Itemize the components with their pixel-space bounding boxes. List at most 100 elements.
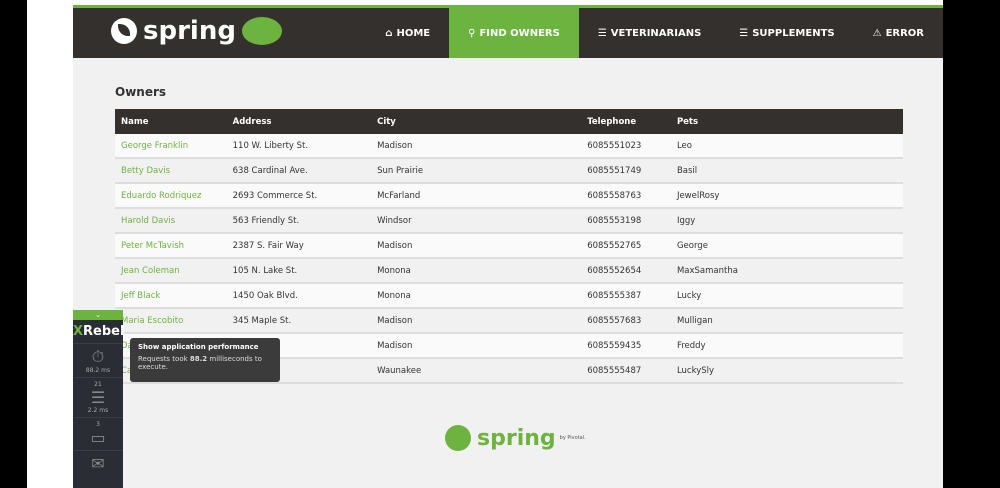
search-icon: ⚲ <box>468 27 476 39</box>
table-cell: Leo <box>670 134 903 159</box>
owner-link[interactable]: Harold Davis <box>115 208 227 234</box>
table-cell: Mulligan <box>670 308 903 334</box>
nav-label: SUPPLEMENTS <box>752 27 835 39</box>
table-cell: Basil <box>670 158 903 184</box>
list-icon: ☰ <box>597 27 607 39</box>
column-header: City <box>371 109 582 134</box>
xrebel-logo: XRebel <box>73 320 124 343</box>
nav-label: FIND OWNERS <box>479 27 560 39</box>
table-cell: Madison <box>371 333 582 359</box>
table-cell: 6085552654 <box>581 258 671 284</box>
stopwatch-icon: ⏱ <box>91 347 105 366</box>
mail-button[interactable]: ✉ <box>73 450 123 476</box>
table-cell: McFarland <box>371 183 582 209</box>
table-cell: Iggy <box>670 208 903 234</box>
column-header: Address <box>226 109 372 134</box>
table-cell: 6085555487 <box>581 358 671 384</box>
io-count: 3 <box>96 421 100 428</box>
table-cell: 345 Maple St. <box>226 308 372 334</box>
table-cell: Madison <box>371 134 582 159</box>
column-header: Pets <box>670 109 903 134</box>
db-time: 2.2 ms <box>87 407 109 414</box>
table-cell: George <box>670 233 903 259</box>
io-button[interactable]: 3 ▭ <box>73 417 123 450</box>
nav-menu: ⌂ HOME ⚲ FIND OWNERS ☰ VETERINARIANS ☰ SUPPLEME… <box>366 8 943 58</box>
table-cell: Sun Prairie <box>371 158 582 184</box>
collapse-toggle[interactable]: ⌄ <box>73 310 123 320</box>
brand-x: X <box>73 324 84 339</box>
table-cell: 563 Friendly St. <box>226 208 372 234</box>
spring-leaf-icon <box>111 18 137 44</box>
nav-supplements[interactable]: ☰ SUPPLEMENTS <box>720 8 853 58</box>
column-header: Telephone <box>581 109 671 134</box>
table-row: Harold Davis 563 Friendly St. Windsor 60855… <box>115 208 903 234</box>
leaf-icon <box>241 17 282 45</box>
table-cell: 6085551749 <box>581 158 671 184</box>
table-cell: Freddy <box>670 333 903 359</box>
owner-link[interactable]: Betty Davis <box>115 158 227 184</box>
database-icon: ☰ <box>90 388 106 407</box>
performance-button[interactable]: ⏱ 88.2 ms <box>73 343 123 377</box>
table-cell: 6085555387 <box>581 283 671 309</box>
browser-page: spring ⌂ HOME ⚲ FIND OWNERS ☰ VETERINARIANS ☰ S… <box>27 0 943 488</box>
warning-icon: ⚠ <box>872 27 882 39</box>
footer-logo: spring by Pivotal. <box>445 425 586 451</box>
table-row: Jeff Black 1450 Oak Blvd. Monona 6085555387… <box>115 283 903 309</box>
table-cell: 6085553198 <box>581 208 671 234</box>
table-row: Betty Davis 638 Cardinal Ave. Sun Prairie 6… <box>115 158 903 184</box>
owner-link[interactable]: Jean Coleman <box>115 258 227 284</box>
column-header: Name <box>115 109 227 134</box>
page-title: Owners <box>115 85 167 99</box>
monitor-icon: ▭ <box>90 428 106 447</box>
table-row: Jean Coleman 105 N. Lake St. Monona 6085552… <box>115 258 903 284</box>
table-cell: MaxSamantha <box>670 258 903 284</box>
spring-leaf-icon <box>445 425 471 451</box>
tooltip-value: 88.2 <box>189 355 208 363</box>
nav-label: VETERINARIANS <box>610 27 702 39</box>
footer-logo-text: spring <box>477 425 556 451</box>
tooltip-text: Requests took <box>138 355 190 363</box>
table-cell: 638 Cardinal Ave. <box>226 158 372 184</box>
table-cell: Monona <box>371 258 582 284</box>
owner-link[interactable]: George Franklin <box>115 134 227 159</box>
table-cell: 6085552765 <box>581 233 671 259</box>
navbar: spring ⌂ HOME ⚲ FIND OWNERS ☰ VETERINARIANS ☰ S… <box>73 5 943 58</box>
pivotal-text: by Pivotal. <box>559 435 586 441</box>
owner-link[interactable]: Maria Escobito <box>115 308 227 334</box>
table-cell: Madison <box>371 233 582 259</box>
table-row: Maria Escobito 345 Maple St. Madison 608555… <box>115 308 903 334</box>
perf-time: 88.2 ms <box>85 367 111 374</box>
spring-logo[interactable]: spring <box>111 16 282 46</box>
tooltip-title: Show application performance <box>138 343 259 351</box>
nav-label: ERROR <box>885 27 924 39</box>
table-cell: Windsor <box>371 208 582 234</box>
table-cell: Madison <box>371 308 582 334</box>
table-cell: 2693 Commerce St. <box>226 183 372 209</box>
nav-home[interactable]: ⌂ HOME <box>366 8 449 58</box>
table-cell: 1450 Oak Blvd. <box>226 283 372 309</box>
nav-error[interactable]: ⚠ ERROR <box>854 8 943 58</box>
home-icon: ⌂ <box>385 27 393 39</box>
table-cell: 6085551023 <box>581 134 671 159</box>
table-row: George Franklin 110 W. Liberty St. Madison… <box>115 134 903 159</box>
table-cell: 110 W. Liberty St. <box>226 134 372 159</box>
database-button[interactable]: 21 ☰ 2.2 ms <box>73 377 123 417</box>
owner-link[interactable]: Peter McTavish <box>115 233 227 259</box>
table-cell: 6085557683 <box>581 308 671 334</box>
table-cell: 6085559435 <box>581 333 671 359</box>
table-cell: LuckySly <box>670 358 903 384</box>
petclinic-app: spring ⌂ HOME ⚲ FIND OWNERS ☰ VETERINARIANS ☰ S… <box>73 5 943 488</box>
owner-link[interactable]: Jeff Black <box>115 283 227 309</box>
table-cell: Lucky <box>670 283 903 309</box>
nav-veterinarians[interactable]: ☰ VETERINARIANS <box>579 8 720 58</box>
tooltip: Show application performance Requests too… <box>130 338 280 382</box>
table-cell: 6085558763 <box>581 183 671 209</box>
nav-label: HOME <box>396 27 431 39</box>
table-cell: 105 N. Lake St. <box>226 258 372 284</box>
table-cell: Monona <box>371 283 582 309</box>
db-count: 21 <box>94 381 102 388</box>
list-icon: ☰ <box>739 27 749 39</box>
owner-link[interactable]: Eduardo Rodriquez <box>115 183 227 209</box>
table-row: Eduardo Rodriquez 2693 Commerce St. McFarl… <box>115 183 903 209</box>
nav-find-owners[interactable]: ⚲ FIND OWNERS <box>449 8 579 58</box>
